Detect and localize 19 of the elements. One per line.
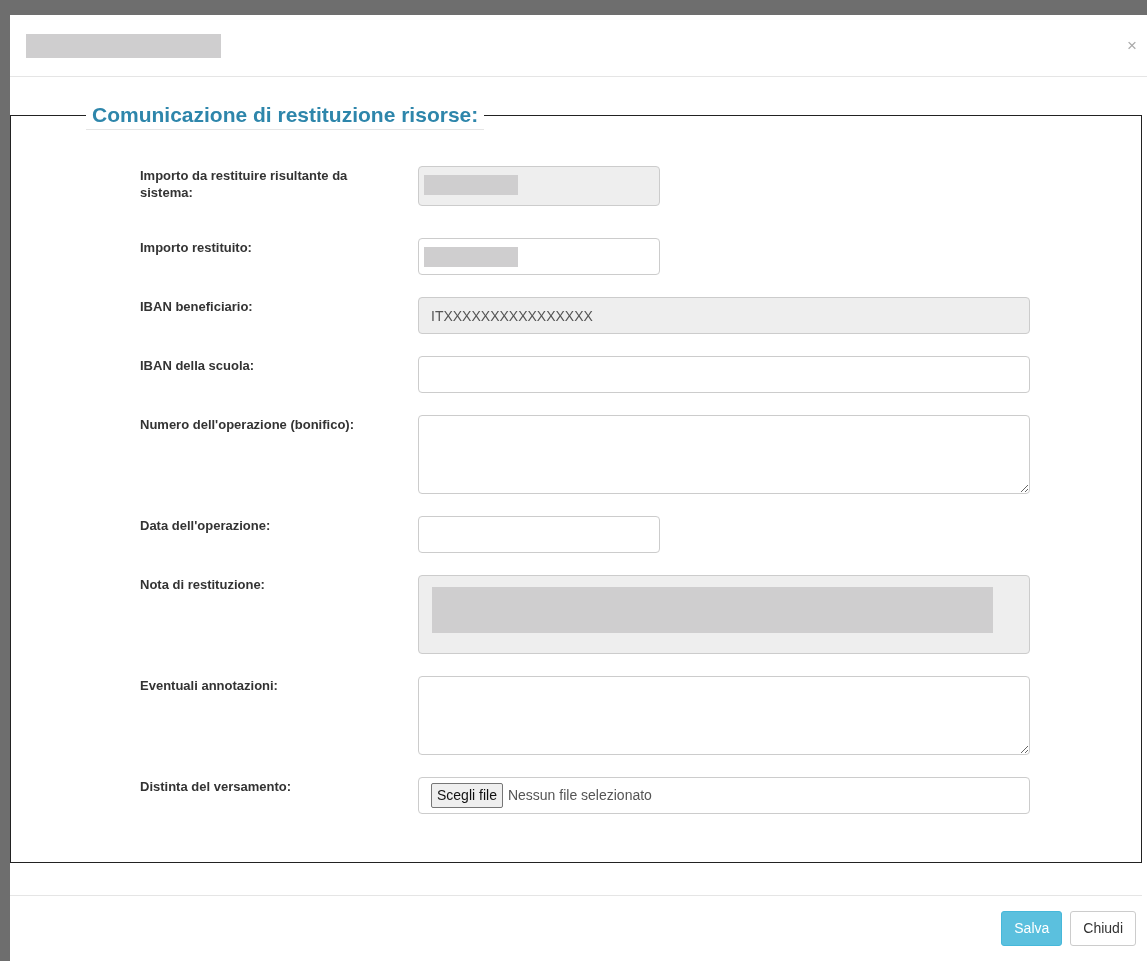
field-label: Data dell'operazione: xyxy=(140,518,272,536)
field-label: Nota di restituzione: xyxy=(140,577,266,595)
choose-file-button[interactable]: Scegli file xyxy=(431,783,503,809)
file-status: Nessun file selezionato xyxy=(507,786,652,806)
field-label: IBAN della scuola: xyxy=(140,358,256,376)
field-label: Distinta del versamento: xyxy=(140,779,292,797)
field-label: Numero dell'operazione (bonifico): xyxy=(140,417,355,435)
file-field[interactable]: Scegli file Nessun file selezionato xyxy=(418,777,1030,815)
field-label: Eventuali annotazioni: xyxy=(140,678,279,696)
input-field[interactable] xyxy=(418,356,1030,394)
text-area[interactable] xyxy=(418,676,1030,756)
field-label: Importo da restituire risultante da sistema: xyxy=(140,168,349,203)
input-field[interactable] xyxy=(418,238,660,276)
section-title: Comunicazione di restituzione risorse: xyxy=(86,101,485,131)
field-label: Importo restituito: xyxy=(140,240,253,258)
input-field[interactable] xyxy=(418,516,660,554)
close-dialog-button[interactable]: Chiudi xyxy=(1070,911,1136,946)
text-area[interactable] xyxy=(418,415,1030,495)
field-label: IBAN beneficiario: xyxy=(140,299,254,317)
